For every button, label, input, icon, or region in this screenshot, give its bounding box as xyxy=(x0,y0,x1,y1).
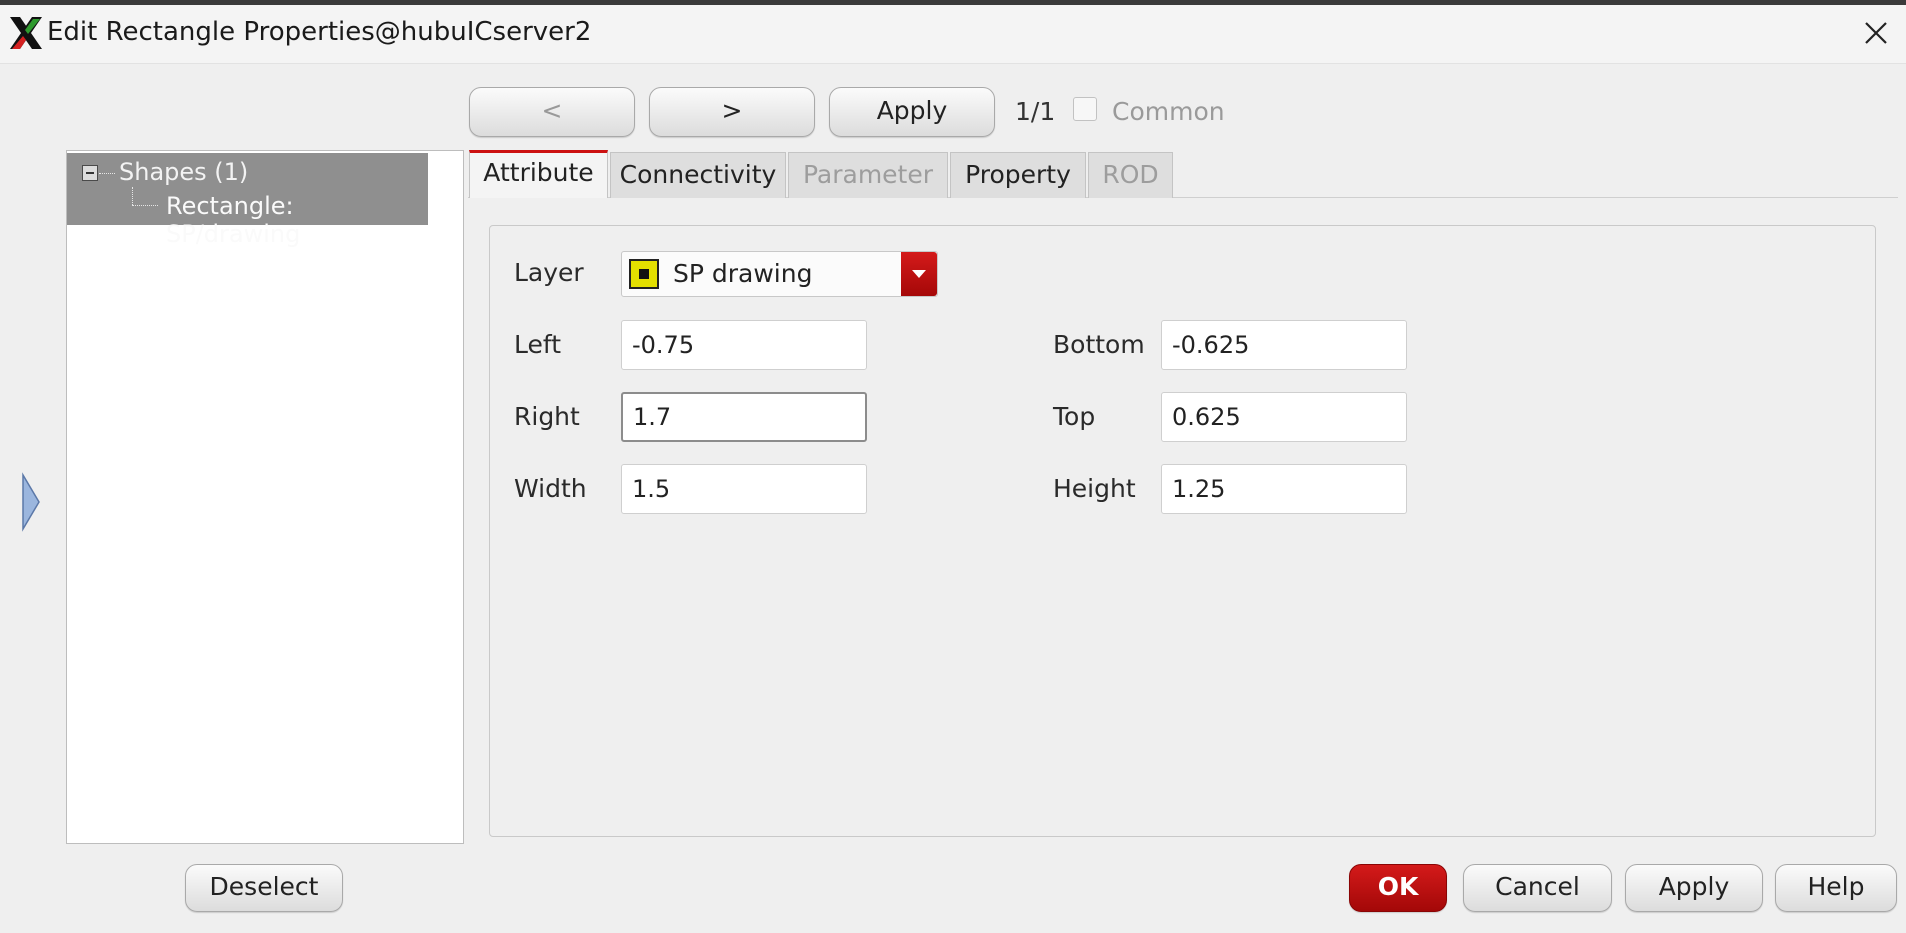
x-app-icon xyxy=(10,17,42,49)
left-label: Left xyxy=(514,330,562,359)
right-label: Right xyxy=(514,402,580,431)
top-field[interactable] xyxy=(1161,392,1407,442)
width-field[interactable] xyxy=(621,464,867,514)
right-field[interactable] xyxy=(621,392,867,442)
tab-parameter[interactable]: Parameter xyxy=(788,152,948,198)
bottom-label: Bottom xyxy=(1053,330,1145,359)
tree-selection[interactable]: Shapes (1) Rectangle: SP/drawing xyxy=(67,153,428,248)
tree-connector xyxy=(132,205,158,206)
tree-item-rectangle[interactable]: Rectangle: SP/drawing xyxy=(166,192,428,248)
width-label: Width xyxy=(514,474,587,503)
tab-rod[interactable]: ROD xyxy=(1088,152,1173,198)
apply-button[interactable]: Apply xyxy=(1625,864,1763,912)
window-title: Edit Rectangle Properties@hubuICserver2 xyxy=(47,17,592,47)
ok-button[interactable]: OK xyxy=(1349,864,1447,912)
layer-value: SP drawing xyxy=(673,259,813,288)
height-field[interactable] xyxy=(1161,464,1407,514)
layer-select[interactable]: SP drawing xyxy=(621,251,938,297)
tree-connector xyxy=(132,187,133,205)
deselect-button[interactable]: Deselect xyxy=(185,864,343,912)
next-button[interactable]: > xyxy=(649,87,815,137)
left-field[interactable] xyxy=(621,320,867,370)
attribute-panel xyxy=(489,225,1876,837)
collapse-icon[interactable] xyxy=(82,165,98,181)
tab-property[interactable]: Property xyxy=(950,152,1086,198)
tab-connectivity[interactable]: Connectivity xyxy=(610,152,786,198)
top-label: Top xyxy=(1053,402,1096,431)
help-button[interactable]: Help xyxy=(1775,864,1897,912)
tree-connector xyxy=(99,173,115,174)
cancel-button[interactable]: Cancel xyxy=(1463,864,1612,912)
bottom-field[interactable] xyxy=(1161,320,1407,370)
height-label: Height xyxy=(1053,474,1136,503)
shapes-tree[interactable]: Shapes (1) Rectangle: SP/drawing xyxy=(66,150,464,844)
tree-item-shapes[interactable]: Shapes (1) xyxy=(119,158,248,186)
top-apply-button[interactable]: Apply xyxy=(829,87,995,137)
common-checkbox[interactable] xyxy=(1073,97,1097,121)
layer-label: Layer xyxy=(514,258,584,287)
expand-panel-icon[interactable] xyxy=(20,472,42,532)
previous-button[interactable]: < xyxy=(469,87,635,137)
close-icon[interactable] xyxy=(1856,13,1896,53)
layer-swatch-icon xyxy=(629,259,659,289)
object-counter: 1/1 xyxy=(1015,97,1056,126)
title-bar: Edit Rectangle Properties@hubuICserver2 xyxy=(0,5,1906,64)
tab-attribute[interactable]: Attribute xyxy=(469,150,608,198)
common-label: Common xyxy=(1112,97,1225,126)
dropdown-arrow-icon[interactable] xyxy=(901,252,937,296)
